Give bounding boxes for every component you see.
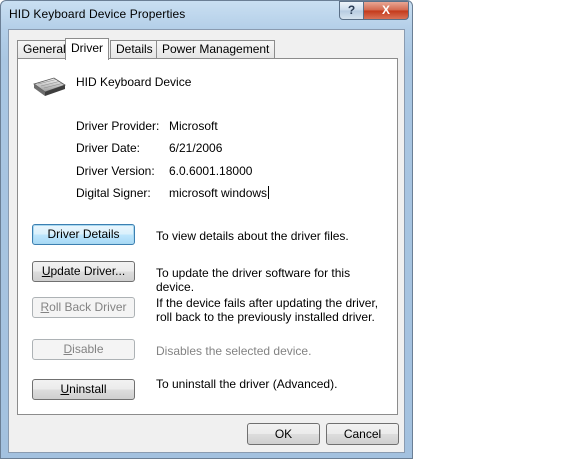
help-icon: ?: [347, 3, 356, 17]
driver-details-label: Driver Details: [47, 227, 120, 241]
digital-signer-label: Digital Signer:: [76, 186, 151, 200]
roll-back-driver-label: Roll Back Driver: [40, 300, 127, 314]
cancel-button[interactable]: Cancel: [326, 423, 399, 445]
digital-signer-text: microsoft windows: [169, 186, 268, 200]
driver-tab-panel: HID Keyboard Device Driver Provider: Mic…: [17, 58, 398, 415]
driver-version-value: 6.0.6001.18000: [169, 164, 253, 178]
device-name: HID Keyboard Device: [76, 75, 192, 89]
uninstall-button[interactable]: Uninstall: [32, 379, 135, 400]
uninstall-description: To uninstall the driver (Advanced).: [156, 377, 338, 391]
text-caret: [268, 186, 270, 199]
driver-date-value: 6/21/2006: [169, 141, 223, 155]
roll-back-driver-description: If the device fails after updating the d…: [156, 296, 379, 324]
help-button[interactable]: ?: [339, 1, 364, 20]
tab-power-management[interactable]: Power Management: [156, 40, 276, 59]
tab-strip: General Driver Details Power Management: [17, 38, 397, 60]
disable-description: Disables the selected device.: [156, 344, 312, 358]
driver-date-label: Driver Date:: [76, 141, 141, 155]
tab-general[interactable]: General: [17, 40, 72, 59]
driver-provider-label: Driver Provider:: [76, 119, 160, 133]
window-title: HID Keyboard Device Properties: [9, 7, 186, 21]
tab-details[interactable]: Details: [110, 40, 159, 59]
cancel-label: Cancel: [343, 427, 382, 441]
ok-label: OK: [274, 427, 293, 441]
keyboard-icon: [33, 77, 66, 96]
disable-button[interactable]: Disable: [32, 339, 135, 360]
update-driver-label: Update Driver...: [41, 264, 126, 278]
title-bar[interactable]: HID Keyboard Device Properties ? X: [1, 1, 412, 29]
driver-details-button[interactable]: Driver Details: [32, 224, 135, 245]
digital-signer-value[interactable]: microsoft windows: [169, 186, 270, 200]
close-icon: X: [381, 3, 390, 17]
disable-label: Disable: [63, 342, 104, 356]
driver-version-label: Driver Version:: [76, 164, 155, 178]
driver-details-description: To view details about the driver files.: [156, 229, 349, 243]
properties-window: HID Keyboard Device Properties ? X Gener…: [0, 0, 413, 459]
roll-back-driver-button[interactable]: Roll Back Driver: [32, 297, 135, 318]
update-driver-button[interactable]: Update Driver...: [32, 261, 135, 282]
ok-button[interactable]: OK: [247, 423, 320, 445]
driver-provider-value: Microsoft: [169, 119, 218, 133]
tab-driver[interactable]: Driver: [65, 38, 109, 60]
uninstall-label: Uninstall: [60, 382, 107, 396]
dialog-client-area: General Driver Details Power Management: [8, 29, 405, 453]
update-driver-description: To update the driver software for this d…: [156, 266, 351, 294]
close-button[interactable]: X: [363, 1, 409, 20]
